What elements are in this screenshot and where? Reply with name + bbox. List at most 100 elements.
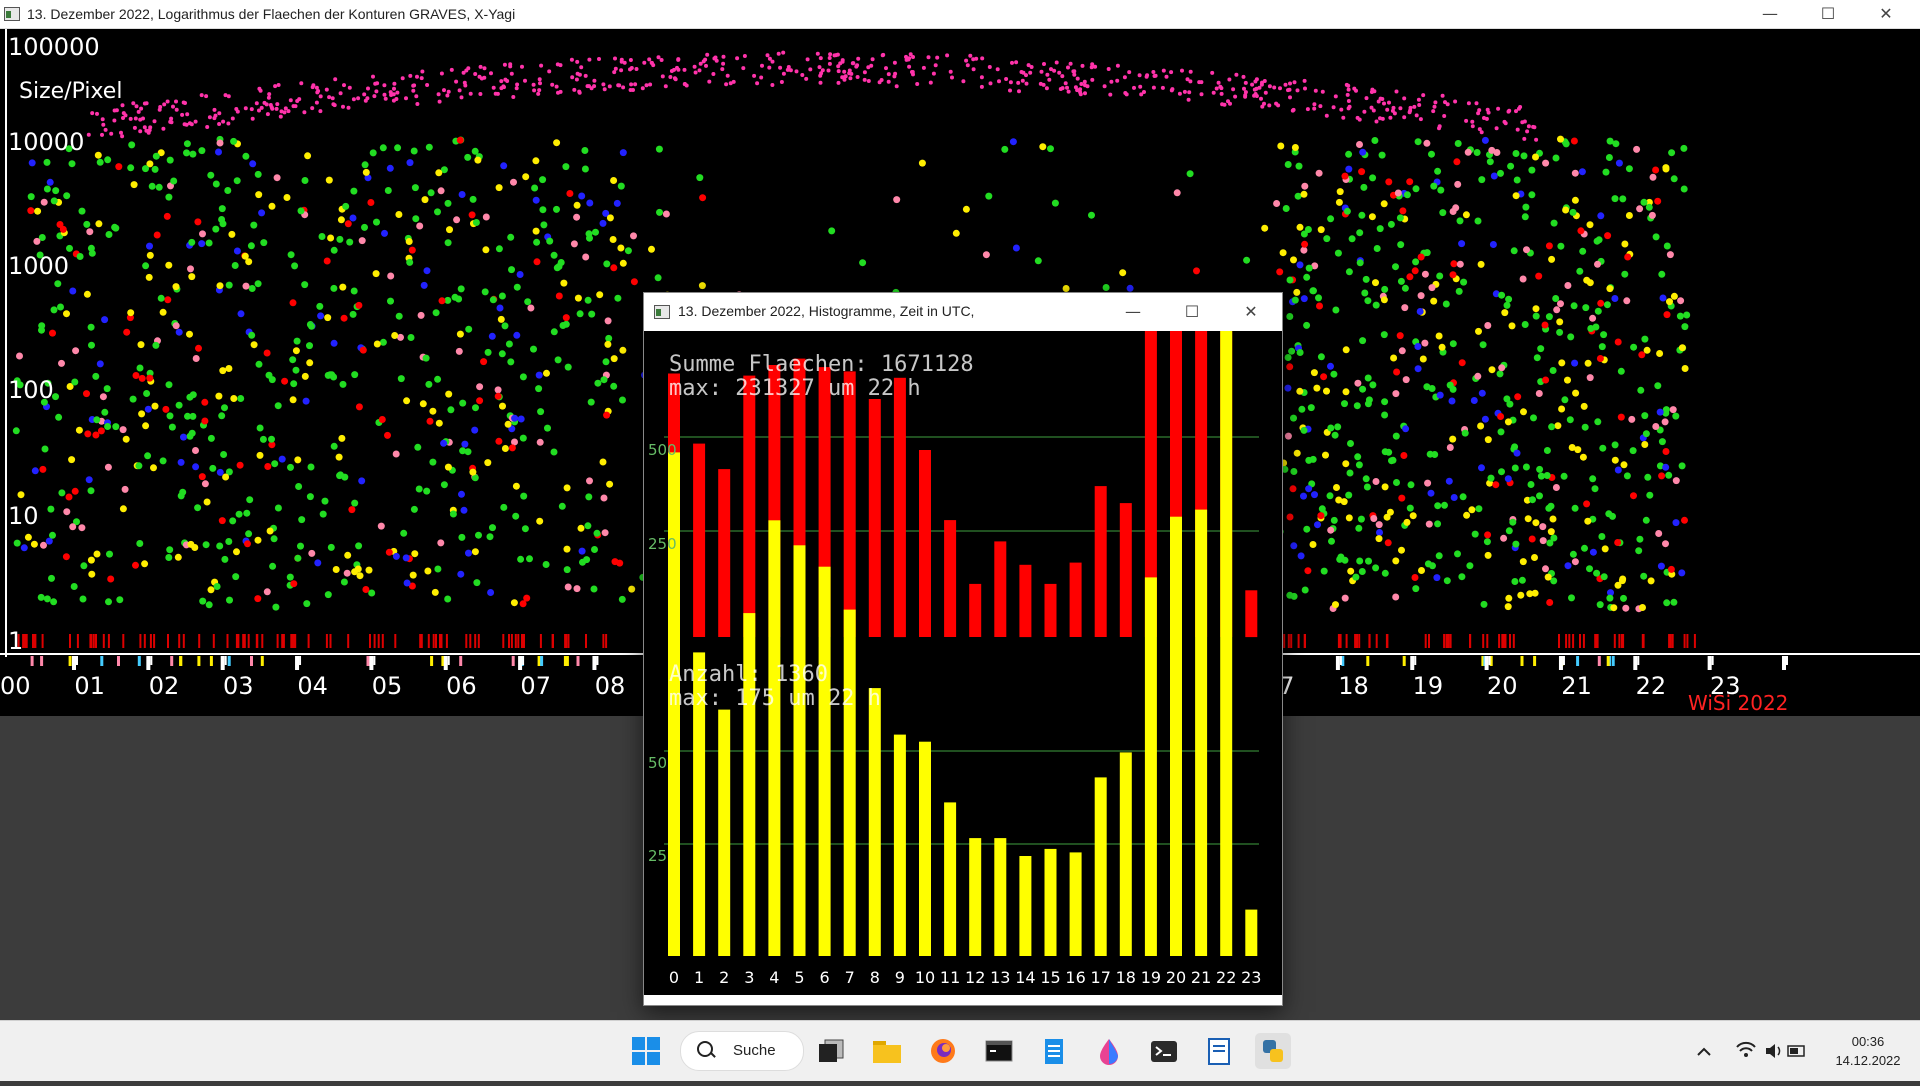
- meteor-point: [1376, 529, 1383, 536]
- noise-point: [585, 84, 590, 89]
- meteor-point: [290, 580, 298, 588]
- x-major-tick: [1484, 656, 1489, 670]
- meteor-point: [435, 419, 443, 427]
- meteor-point: [226, 596, 233, 604]
- meteor-point: [1441, 501, 1448, 509]
- clock[interactable]: 00:36 14.12.2022: [1820, 1032, 1916, 1070]
- hour-label: 6: [820, 968, 830, 987]
- terminal-button[interactable]: [981, 1033, 1017, 1069]
- noise-point: [1346, 99, 1351, 103]
- histogram-window-titlebar[interactable]: 13. Dezember 2022, Histogramme, Zeit in …: [644, 293, 1282, 331]
- battery-icon[interactable]: [1787, 1045, 1805, 1057]
- meteor-point: [1458, 573, 1466, 581]
- histogram-close-button[interactable]: ✕: [1222, 293, 1280, 331]
- noise-point: [310, 106, 315, 111]
- wordpad-button[interactable]: [1200, 1033, 1236, 1069]
- file-explorer-button[interactable]: [869, 1033, 905, 1069]
- noise-point: [827, 56, 832, 60]
- count-bar: [1044, 848, 1057, 956]
- meteor-point: [159, 308, 167, 316]
- noise-point: [1161, 68, 1166, 73]
- count-bar: [944, 802, 957, 956]
- search-input[interactable]: Suche: [680, 1031, 804, 1071]
- meteor-point: [985, 192, 993, 200]
- meteor-point: [519, 373, 527, 381]
- meteor-point: [1428, 385, 1436, 392]
- python-button[interactable]: [1255, 1033, 1291, 1069]
- meteor-point: [1442, 300, 1450, 308]
- meteor-point: [1501, 309, 1509, 317]
- meteor-point: [1336, 188, 1344, 196]
- meteor-point: [1594, 307, 1602, 315]
- histogram-maximize-button[interactable]: ☐: [1163, 293, 1221, 331]
- notepad-button[interactable]: [1036, 1033, 1072, 1069]
- chevron-up-icon[interactable]: [1697, 1047, 1711, 1056]
- meteor-point: [1358, 211, 1366, 219]
- meteor-point: [1537, 472, 1545, 480]
- histogram-svg: 0 1 2 3 4 5 6 7 8 9 10 11 12 13 14 15 16 17 18 19 20 21 22 23 S…: [648, 331, 1261, 987]
- meteor-point: [1637, 386, 1645, 394]
- event-marker: [435, 634, 437, 648]
- task-view-button[interactable]: [813, 1033, 849, 1069]
- meteor-point: [458, 191, 466, 198]
- noise-point: [827, 61, 832, 66]
- noise-point: [388, 90, 393, 95]
- noise-point: [851, 61, 856, 66]
- noise-point: [770, 59, 775, 64]
- x-minor-tick: [1562, 656, 1565, 665]
- meteor-point: [220, 451, 228, 458]
- meteor-point: [458, 490, 465, 498]
- noise-point: [144, 128, 149, 133]
- firefox-button[interactable]: [925, 1033, 961, 1069]
- noise-point: [207, 115, 212, 120]
- minimize-button[interactable]: —: [1742, 0, 1798, 28]
- meteor-point: [1276, 268, 1284, 276]
- meteor-point: [1414, 365, 1422, 373]
- noise-point: [1124, 92, 1129, 97]
- noise-point: [1253, 92, 1258, 96]
- meteor-point: [78, 524, 86, 532]
- noise-point: [1177, 91, 1182, 96]
- wifi-icon[interactable]: [1736, 1041, 1756, 1057]
- volume-icon[interactable]: [1766, 1044, 1781, 1058]
- meteor-point: [1375, 535, 1383, 543]
- event-marker: [469, 634, 472, 648]
- area-bar: [893, 377, 906, 638]
- noise-point: [1341, 115, 1346, 120]
- noise-point: [462, 80, 467, 85]
- meteor-point: [573, 585, 581, 593]
- noise-point: [1470, 124, 1475, 129]
- meteor-point: [1286, 276, 1294, 284]
- meteor-point: [256, 424, 264, 432]
- meteor-point: [258, 209, 266, 217]
- histogram-window[interactable]: 13. Dezember 2022, Histogramme, Zeit in …: [643, 292, 1283, 1006]
- paint-button[interactable]: [1091, 1033, 1127, 1069]
- meteor-point: [233, 177, 241, 185]
- meteor-point: [224, 187, 232, 194]
- count-bar: [1119, 752, 1132, 956]
- meteor-point: [476, 397, 484, 405]
- maximize-button[interactable]: ☐: [1800, 0, 1856, 28]
- close-button[interactable]: ✕: [1858, 0, 1914, 28]
- meteor-point: [1571, 196, 1579, 204]
- start-button[interactable]: [628, 1033, 664, 1069]
- windows-terminal-button[interactable]: [1146, 1033, 1182, 1069]
- x-tick-label: 00: [0, 672, 31, 700]
- event-marker: [1445, 634, 1448, 648]
- meteor-point: [1380, 296, 1388, 304]
- x-tick-label: 19: [1413, 672, 1444, 700]
- noise-point: [1089, 65, 1094, 70]
- noise-point: [1443, 100, 1447, 105]
- noise-point: [988, 81, 993, 86]
- noise-point: [1288, 95, 1292, 100]
- noise-point: [1187, 90, 1192, 95]
- meteor-point: [1542, 376, 1550, 384]
- histogram-minimize-button[interactable]: —: [1104, 293, 1162, 331]
- meteor-point: [1636, 205, 1644, 213]
- meteor-point: [475, 531, 482, 539]
- noise-point: [547, 69, 552, 74]
- meteor-point: [1519, 275, 1527, 283]
- meteor-point: [1305, 456, 1313, 464]
- meteor-point: [1498, 364, 1506, 372]
- noise-point: [274, 106, 279, 111]
